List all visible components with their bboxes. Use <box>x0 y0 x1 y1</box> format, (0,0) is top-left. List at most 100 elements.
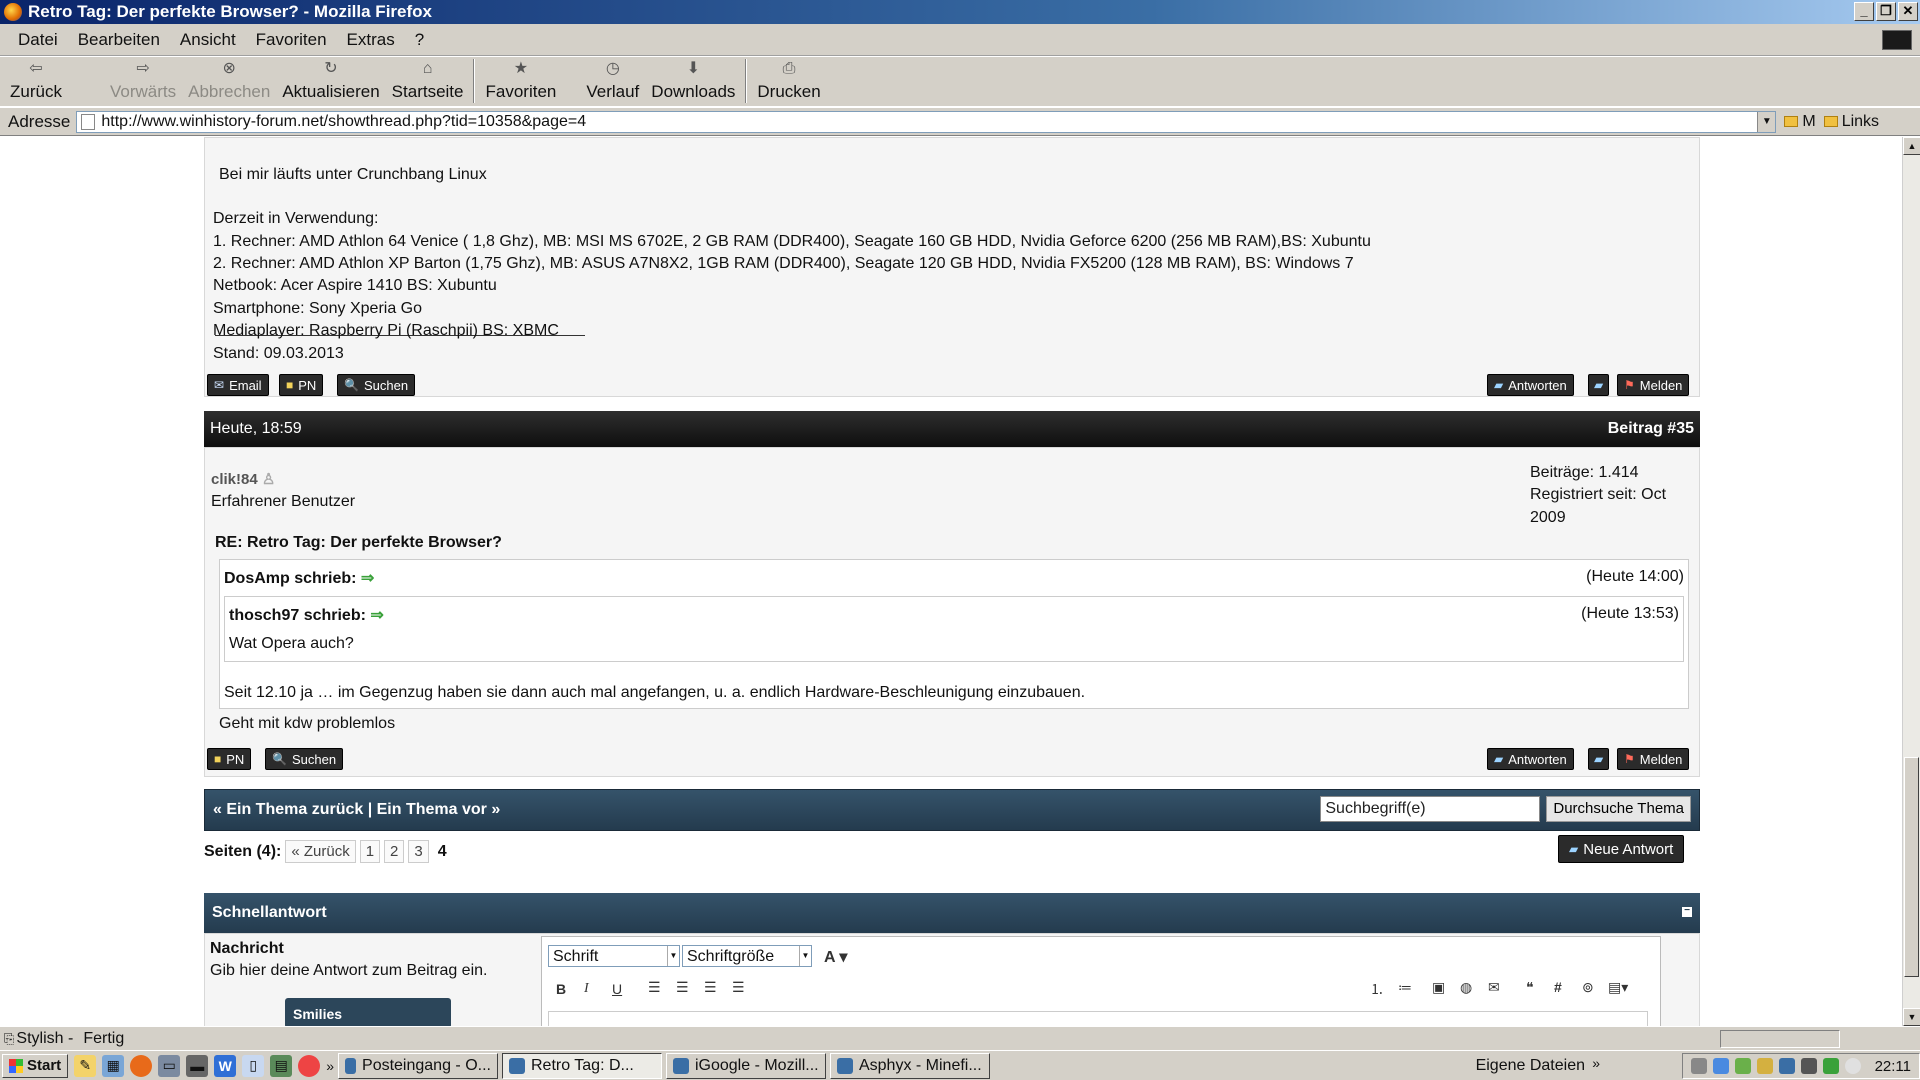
reply-button[interactable]: ▰ Antworten <box>1487 748 1574 770</box>
document-icon[interactable]: ▯ <box>242 1054 265 1077</box>
search-button[interactable]: 🔍 Suchen <box>337 374 416 396</box>
scroll-up-icon[interactable]: ▲ <box>1903 137 1920 155</box>
align-justify-icon[interactable]: ☰ <box>732 979 745 996</box>
downloads-button[interactable]: ⬇ Downloads <box>645 58 741 106</box>
folder-more-icon[interactable]: » <box>1592 1055 1600 1071</box>
thread-search-button[interactable]: Durchsuche Thema <box>1546 796 1691 822</box>
word-icon[interactable]: W <box>214 1054 237 1077</box>
tray-icon[interactable] <box>1756 1058 1773 1074</box>
reply-button[interactable]: ▰ Antworten <box>1487 374 1574 396</box>
home-button[interactable]: ⌂ Startseite <box>386 58 470 106</box>
taskbar-clock[interactable]: 22:11 <box>1875 1058 1911 1075</box>
tray-icon[interactable] <box>1690 1058 1707 1074</box>
new-reply-button[interactable]: ▰ Neue Antwort <box>1558 835 1685 863</box>
link-icon[interactable]: ◍ <box>1460 979 1472 996</box>
email-link-icon[interactable]: ✉ <box>1488 979 1500 996</box>
php-icon[interactable]: ⊚ <box>1582 979 1594 996</box>
image-icon[interactable]: ▣ <box>1432 979 1445 996</box>
message-editor[interactable]: Schrift ▼ Schriftgröße ▼ A ▾ B I U ☰ ☰ ☰ ☰… <box>541 936 1661 1026</box>
page-link-1[interactable]: 1 <box>359 840 381 863</box>
explorer-icon[interactable]: ▦ <box>102 1054 125 1077</box>
page-prev-link[interactable]: « Zurück <box>285 840 356 863</box>
history-button[interactable]: ◷ Verlauf <box>580 58 645 106</box>
email-button[interactable]: ✉ Email <box>207 374 269 396</box>
message-textarea[interactable] <box>548 1011 1648 1026</box>
minimize-button[interactable]: _ <box>1854 2 1874 21</box>
bold-button[interactable]: B <box>556 981 566 997</box>
code-icon[interactable]: # <box>1554 979 1562 995</box>
text-color-button[interactable]: A ▾ <box>824 947 847 967</box>
page-link-2[interactable]: 2 <box>384 840 405 863</box>
post-number[interactable]: Beitrag #35 <box>1608 420 1694 438</box>
task-posteingang[interactable]: Posteingang - O... <box>337 1052 498 1079</box>
video-icon[interactable]: ▤▾ <box>1608 979 1628 996</box>
size-select[interactable]: Schriftgröße ▼ <box>682 945 812 967</box>
task-asphyx[interactable]: Asphyx - Minefi... <box>829 1052 990 1079</box>
menu-help[interactable]: ? <box>415 30 424 50</box>
reload-button[interactable]: ↻ Aktualisieren <box>276 58 385 106</box>
tray-icon[interactable] <box>1734 1058 1751 1074</box>
bullet-list-icon[interactable]: ≔ <box>1398 979 1412 996</box>
goto-arrow-icon[interactable]: ⇒ <box>361 570 374 587</box>
quote-icon[interactable]: ❝ <box>1526 979 1534 996</box>
maximize-button[interactable]: ❐ <box>1876 2 1896 21</box>
bookmark-m[interactable]: M <box>1784 113 1816 131</box>
bookmark-links[interactable]: Links <box>1823 113 1879 131</box>
vertical-scrollbar[interactable]: ▲ ▼ <box>1902 137 1920 1026</box>
task-igoogle[interactable]: iGoogle - Mozill... <box>665 1052 826 1079</box>
favorites-button[interactable]: ★ Favoriten <box>479 58 562 106</box>
pn-button[interactable]: ■ PN <box>279 374 324 396</box>
terminal-icon[interactable]: ▬ <box>186 1054 209 1077</box>
report-button[interactable]: ⚑ Melden <box>1617 374 1690 396</box>
tray-icon[interactable] <box>1778 1058 1795 1074</box>
scroll-down-icon[interactable]: ▼ <box>1903 1008 1920 1026</box>
menu-datei[interactable]: Datei <box>18 30 58 50</box>
ordered-list-icon[interactable]: ⒈ <box>1370 979 1384 999</box>
start-button[interactable]: Start <box>2 1053 69 1078</box>
tray-icon[interactable] <box>1822 1058 1839 1074</box>
quote-button[interactable]: ▰ <box>1588 374 1610 396</box>
calculator-icon[interactable]: ▤ <box>270 1054 293 1077</box>
menu-bearbeiten[interactable]: Bearbeiten <box>78 30 160 50</box>
scroll-thumb[interactable] <box>1904 757 1919 977</box>
italic-button[interactable]: I <box>584 981 589 997</box>
thread-search-input[interactable]: Suchbegriff(e) <box>1320 796 1541 822</box>
align-center-icon[interactable]: ☰ <box>676 979 689 996</box>
chrome-icon[interactable] <box>298 1054 321 1077</box>
align-right-icon[interactable]: ☰ <box>704 979 717 996</box>
tray-clock-icon[interactable] <box>1844 1058 1861 1074</box>
tray-network-icon[interactable] <box>1712 1058 1729 1074</box>
print-button[interactable]: ⎙ Drucken <box>751 58 826 106</box>
stylish-icon[interactable]: ⎘ <box>4 1031 14 1047</box>
notepad-icon[interactable]: ✎ <box>74 1054 97 1077</box>
collapse-icon[interactable]: − <box>1682 906 1692 917</box>
font-select[interactable]: Schrift ▼ <box>548 945 680 967</box>
page-link-3[interactable]: 3 <box>408 840 429 863</box>
quicklaunch-more-icon[interactable]: » <box>326 1058 334 1074</box>
tray-volume-icon[interactable] <box>1800 1058 1817 1074</box>
firefox-quicklaunch-icon[interactable] <box>130 1054 153 1077</box>
task-retro-tag[interactable]: Retro Tag: D... <box>501 1052 662 1079</box>
url-dropdown-icon[interactable]: ▼ <box>1757 111 1776 132</box>
pn-button[interactable]: ■ PN <box>207 748 252 770</box>
folder-toolbar-label[interactable]: Eigene Dateien <box>1476 1057 1585 1075</box>
back-button[interactable]: ⇦ Zurück <box>4 58 68 106</box>
url-input[interactable]: http://www.winhistory-forum.net/showthre… <box>76 110 1777 133</box>
stylish-status[interactable]: Stylish - <box>16 1030 73 1048</box>
menu-favoriten[interactable]: Favoriten <box>256 30 327 50</box>
forward-button[interactable]: ⇨ Vorwärts <box>104 58 182 106</box>
stop-button[interactable]: ⊗ Abbrechen <box>182 58 276 106</box>
report-button[interactable]: ⚑ Melden <box>1617 748 1690 770</box>
goto-arrow-icon[interactable]: ⇒ <box>370 607 383 624</box>
quote-button[interactable]: ▰ <box>1588 748 1610 770</box>
post-author[interactable]: clik!84 ♙ <box>211 470 275 488</box>
underline-button[interactable]: U <box>612 981 622 997</box>
menu-extras[interactable]: Extras <box>347 30 395 50</box>
search-button[interactable]: 🔍 Suchen <box>265 748 344 770</box>
thread-prev-next-link[interactable]: « Ein Thema zurück | Ein Thema vor » <box>213 801 500 819</box>
window-titlebar[interactable]: Retro Tag: Der perfekte Browser? - Mozil… <box>0 0 1920 24</box>
align-left-icon[interactable]: ☰ <box>648 979 661 996</box>
computer-icon[interactable]: ▭ <box>158 1054 181 1077</box>
close-button[interactable]: ✕ <box>1898 2 1918 21</box>
menu-ansicht[interactable]: Ansicht <box>180 30 236 50</box>
